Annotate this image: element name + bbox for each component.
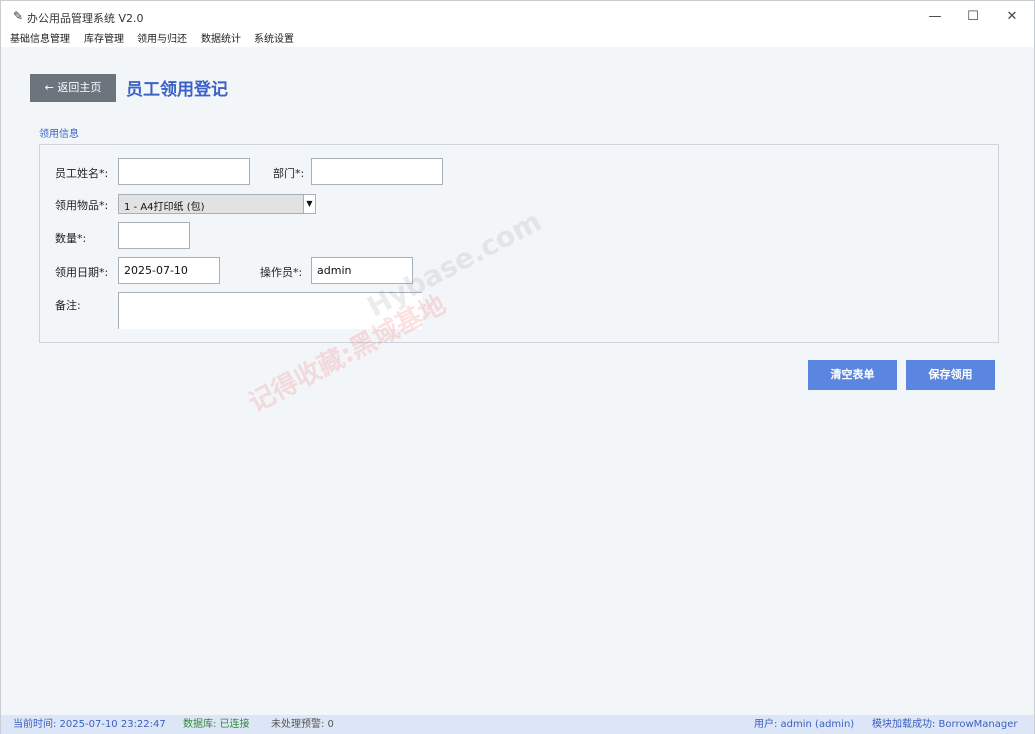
menu-basic-info[interactable]: 基础信息管理 [10,33,70,46]
borrow-date-field[interactable] [118,257,220,284]
title-bar: ✎ 办公用品管理系统 V2.0 — ☐ ✕ [1,1,1034,32]
app-window: ✎ 办公用品管理系统 V2.0 — ☐ ✕ 基础信息管理 库存管理 领用与归还 … [0,0,1035,734]
item-label: 领用物品*: [55,199,109,212]
group-title: 领用信息 [39,129,79,140]
quantity-label: 数量*: [55,232,87,245]
close-button[interactable]: ✕ [992,1,1032,32]
status-time: 当前时间: 2025-07-10 23:22:47 [13,719,166,730]
operator-label: 操作员*: [260,266,303,279]
menu-inventory[interactable]: 库存管理 [84,33,124,46]
borrow-date-label: 领用日期*: [55,266,109,279]
menu-settings[interactable]: 系统设置 [254,33,294,46]
status-module: 模块加载成功: BorrowManager [872,719,1018,730]
menu-statistics[interactable]: 数据统计 [201,33,241,46]
back-home-button[interactable]: ← 返回主页 [30,74,116,102]
main-content: ← 返回主页 员工领用登记 领用信息 员工姓名*: 部门*: 领用物品*: 1 … [1,47,1034,715]
chevron-down-icon[interactable]: ▼ [303,195,315,213]
status-bar: 当前时间: 2025-07-10 23:22:47 数据库: 已连接 未处理预警… [1,715,1034,734]
status-db: 数据库: 已连接 [183,719,250,730]
borrow-info-group: 员工姓名*: 部门*: 领用物品*: 1 - A4打印纸 (包) ▼ 数量*: … [39,144,999,343]
status-user: 用户: admin (admin) [754,719,855,730]
department-field[interactable] [311,158,443,185]
feather-icon: ✎ [13,9,24,23]
save-borrow-button[interactable]: 保存领用 [906,360,995,390]
employee-name-label: 员工姓名*: [55,167,109,180]
item-select[interactable]: 1 - A4打印纸 (包) ▼ [118,194,316,214]
remark-textarea[interactable] [118,292,422,329]
employee-name-field[interactable] [118,158,250,185]
quantity-field[interactable] [118,222,190,249]
operator-field[interactable] [311,257,413,284]
minimize-button[interactable]: — [915,1,955,32]
window-title: 办公用品管理系统 V2.0 [27,12,144,25]
department-label: 部门*: [273,167,305,180]
menu-bar: 基础信息管理 库存管理 领用与归还 数据统计 系统设置 [1,32,1034,47]
maximize-button[interactable]: ☐ [953,1,993,32]
page-title: 员工领用登记 [126,80,228,100]
clear-form-button[interactable]: 清空表单 [808,360,897,390]
remark-label: 备注: [55,299,81,312]
menu-borrow-return[interactable]: 领用与归还 [137,33,187,46]
item-selected-value: 1 - A4打印纸 (包) [124,202,205,213]
status-alerts: 未处理预警: 0 [271,719,334,730]
